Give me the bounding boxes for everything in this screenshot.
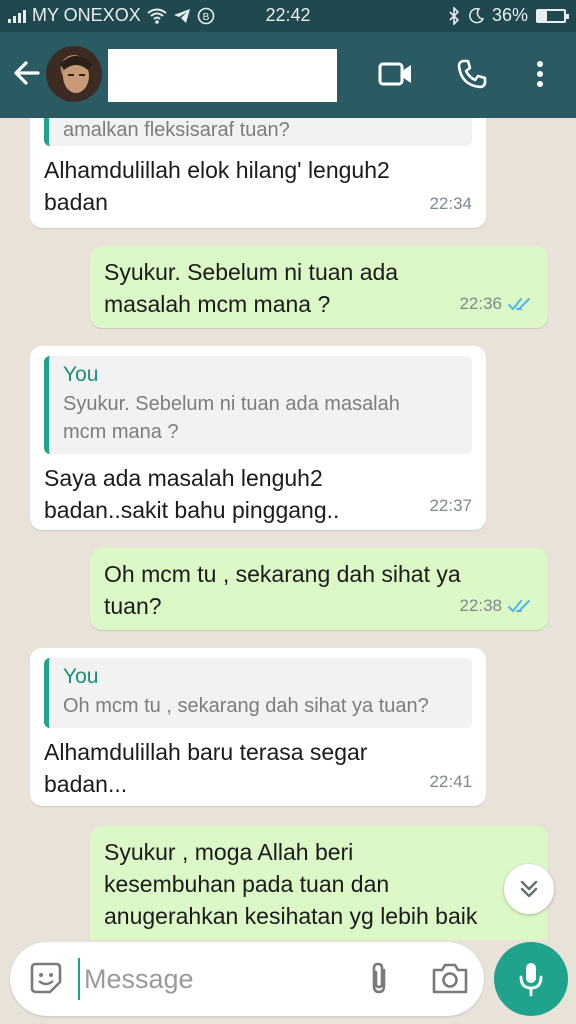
emoji-icon: [30, 962, 62, 994]
back-arrow-icon: [14, 61, 40, 85]
mic-icon: [519, 963, 543, 997]
voice-call-button[interactable]: [452, 54, 492, 94]
message-time: 22:34: [429, 188, 472, 220]
camera-button[interactable]: [430, 960, 470, 996]
contact-avatar[interactable]: [46, 46, 102, 102]
bluetooth-icon: [449, 6, 460, 25]
avatar-face: [60, 56, 92, 93]
more-options-button[interactable]: [520, 54, 560, 94]
double-check-icon: [508, 600, 530, 613]
attach-icon: [372, 962, 386, 994]
status-right: 36%: [448, 5, 569, 26]
battery-percent: 36%: [491, 5, 528, 25]
attach-button[interactable]: [362, 960, 398, 996]
scroll-down-button[interactable]: [504, 864, 554, 914]
message-outgoing[interactable]: Syukur , moga Allah beri kesembuhan pada…: [90, 826, 548, 940]
emoji-button[interactable]: [28, 960, 64, 996]
voice-message-button[interactable]: [494, 942, 568, 1016]
message-time-label: 22:37: [429, 496, 472, 515]
message-time: 22:36: [459, 288, 534, 320]
message-text: Alhamdulillah elok hilang' lenguh2 badan: [44, 157, 390, 215]
chat-area[interactable]: amalkan fleksisaraf tuan? Alhamdulillah …: [0, 118, 576, 940]
chat-header: [0, 32, 576, 118]
message-time-label: 22:41: [429, 772, 472, 791]
status-bar: MY ONEXOX B 22:42 36%: [0, 0, 576, 32]
message-outgoing[interactable]: Oh mcm tu , sekarang dah sihat ya tuan? …: [90, 548, 548, 630]
contact-name-box[interactable]: [108, 49, 337, 102]
message-time: 22:41: [429, 766, 472, 798]
quoted-message[interactable]: amalkan fleksisaraf tuan?: [44, 118, 472, 146]
back-button[interactable]: [10, 56, 44, 90]
quoted-author: You: [63, 363, 99, 386]
quoted-text: Oh mcm tu , sekarang dah sihat ya tuan?: [63, 695, 429, 717]
message-outgoing[interactable]: Syukur. Sebelum ni tuan ada masalah mcm …: [90, 246, 548, 328]
message-text: Alhamdulillah baru terasa segar badan...: [44, 739, 368, 797]
double-check-icon: [508, 298, 530, 311]
message-time-label: 22:38: [459, 596, 502, 615]
message-text: Saya ada masalah lenguh2 badan..sakit ba…: [44, 465, 340, 523]
scroll-down-icon: [520, 880, 538, 898]
message-incoming[interactable]: You Oh mcm tu , sekarang dah sihat ya tu…: [30, 648, 486, 806]
message-time: 22:38: [459, 590, 534, 622]
more-options-icon: [537, 61, 543, 87]
message-time-label: 22:34: [429, 194, 472, 213]
message-incoming[interactable]: You Syukur. Sebelum ni tuan ada masalah …: [30, 346, 486, 530]
camera-icon: [432, 963, 468, 994]
moon-icon: [469, 7, 484, 23]
battery-icon: [536, 8, 569, 23]
quoted-message[interactable]: You Oh mcm tu , sekarang dah sihat ya tu…: [44, 658, 472, 728]
quoted-text: amalkan fleksisaraf tuan?: [63, 119, 290, 141]
quoted-text: Syukur. Sebelum ni tuan ada masalah mcm …: [63, 393, 400, 443]
message-input[interactable]: [78, 958, 348, 1000]
message-composer: [10, 942, 484, 1016]
message-time-label: 22:36: [459, 294, 502, 313]
quoted-author: You: [63, 665, 99, 688]
video-call-button[interactable]: [376, 54, 416, 94]
video-call-icon: [378, 62, 411, 86]
message-incoming[interactable]: amalkan fleksisaraf tuan? Alhamdulillah …: [30, 118, 486, 228]
phone-icon: [457, 59, 487, 89]
message-text: Syukur , moga Allah beri kesembuhan pada…: [104, 839, 478, 929]
quoted-message[interactable]: You Syukur. Sebelum ni tuan ada masalah …: [44, 356, 472, 454]
message-time: 22:37: [429, 490, 472, 522]
